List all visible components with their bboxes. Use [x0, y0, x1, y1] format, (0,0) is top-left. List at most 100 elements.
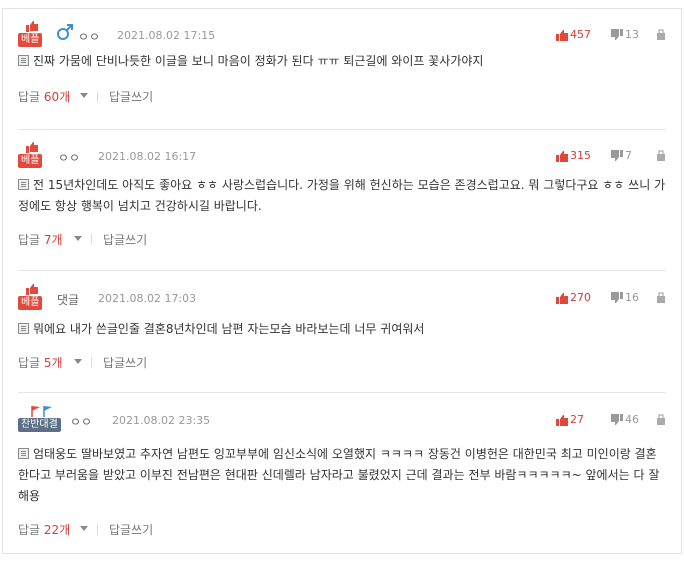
versus-badge: 찬반대결: [18, 405, 61, 433]
reply-label: 답글: [18, 523, 41, 537]
report-icon: [657, 29, 665, 40]
downvote-count: 7: [625, 149, 632, 162]
comment-item: 베플 ㅇㅇ 2021.08.02 17:15 457 13 진짜 가뭄에 단비나…: [18, 20, 666, 104]
comment-date: 2021.08.02 23:35: [112, 414, 211, 427]
author-nickname[interactable]: ㅇㅇ: [58, 149, 80, 166]
reply-count: 5개: [43, 356, 63, 370]
document-icon: [18, 448, 29, 459]
upvote-icon: [556, 151, 568, 162]
write-reply-link[interactable]: 답글쓰기: [103, 231, 147, 248]
comment-footer: 답글 7개 답글쓰기: [18, 231, 666, 247]
divider: [97, 91, 98, 102]
comment-footer: 답글 22개 답글쓰기: [18, 521, 666, 537]
divider: [18, 129, 666, 130]
comment-body: 뭐에요 내가 쓴글인줄 결혼8년차인데 남편 자는모습 바라보는데 너무 귀여워…: [18, 319, 666, 340]
comment-panel: 베플 ㅇㅇ 2021.08.02 17:15 457 13 진짜 가뭄에 단비나…: [0, 0, 684, 577]
comment-text: 전 15년차인데도 아직도 좋아요 ㅎㅎ 사랑스럽습니다. 가정을 위해 헌신하…: [18, 178, 666, 213]
reply-count: 22개: [43, 523, 71, 537]
comment-body: 전 15년차인데도 아직도 좋아요 ㅎㅎ 사랑스럽습니다. 가정을 위해 헌신하…: [18, 175, 666, 217]
thumbs-up-icon: [26, 284, 38, 295]
downvote-count: 16: [625, 291, 639, 304]
male-symbol-icon: [57, 24, 73, 40]
vote-area: 457 13: [546, 28, 666, 42]
downvote-count: 13: [625, 28, 639, 41]
author-nickname[interactable]: ㅇㅇ: [78, 28, 100, 45]
downvote-icon: [611, 150, 623, 161]
best-badge: 베플: [18, 283, 46, 311]
report-icon: [657, 150, 665, 161]
badge-label: 베플: [18, 296, 43, 310]
downvote-count: 46: [625, 413, 639, 426]
upvote-count: 27: [570, 413, 584, 426]
vote-area: 270 16: [546, 291, 666, 305]
panel-border-left: [2, 8, 3, 553]
panel-border-bottom: [2, 553, 682, 554]
best-badge: 베플: [18, 141, 46, 169]
thumbs-up-icon: [26, 21, 38, 32]
report-icon: [657, 292, 665, 303]
comment-date: 2021.08.02 17:15: [117, 29, 216, 42]
report-icon: [657, 414, 665, 425]
comment-body: 엄태웅도 딸바보였고 추자연 남편도 잉꼬부부에 임신소식에 오열했지 ㅋㅋㅋㅋ…: [18, 444, 666, 507]
chevron-down-icon[interactable]: [74, 236, 82, 242]
downvote-icon: [611, 414, 623, 425]
author-nickname[interactable]: ㅇㅇ: [70, 413, 92, 430]
comment-header: 찬반대결 ㅇㅇ 2021.08.02 23:35 27 46: [18, 405, 666, 433]
upvote-count: 457: [570, 28, 591, 41]
upvote-icon: [556, 293, 568, 304]
comment-text: 진짜 가뭄에 단비나듯한 이글을 보니 마음이 정화가 된다 ㅠㅠ 퇴근길에 와…: [33, 54, 484, 68]
comment-text: 엄태웅도 딸바보였고 추자연 남편도 잉꼬부부에 임신소식에 오열했지 ㅋㅋㅋㅋ…: [18, 447, 660, 503]
comment-item: 베플 댓글 2021.08.02 17:03 270 16 뭐에요 내가 쓴글인…: [18, 283, 666, 370]
thumbs-up-icon: [26, 142, 38, 153]
comment-header: 베플 ㅇㅇ 2021.08.02 16:17 315 7: [18, 141, 666, 169]
document-icon: [18, 323, 29, 334]
reply-count: 60개: [43, 90, 71, 104]
downvote-icon: [611, 292, 623, 303]
flags-icon: [31, 406, 52, 417]
upvote-count: 315: [570, 149, 591, 162]
chevron-down-icon[interactable]: [74, 359, 82, 365]
badge-label: 찬반대결: [18, 418, 61, 432]
write-reply-link[interactable]: 답글쓰기: [109, 88, 153, 105]
comment-date: 2021.08.02 17:03: [98, 292, 197, 305]
comment-item: 베플 ㅇㅇ 2021.08.02 16:17 315 7 전 15년차인데도 아…: [18, 141, 666, 247]
reply-label: 답글: [18, 356, 41, 370]
reply-toggle[interactable]: 답글 7개: [18, 231, 63, 248]
comment-body: 진짜 가뭄에 단비나듯한 이글을 보니 마음이 정화가 된다 ㅠㅠ 퇴근길에 와…: [18, 51, 666, 72]
reply-toggle[interactable]: 답글 60개: [18, 88, 70, 105]
reply-toggle[interactable]: 답글 22개: [18, 521, 70, 538]
chevron-down-icon[interactable]: [80, 526, 88, 532]
comment-footer: 답글 5개 답글쓰기: [18, 354, 666, 370]
author-nickname[interactable]: 댓글: [57, 291, 79, 308]
divider: [91, 234, 92, 245]
comment-item: 찬반대결 ㅇㅇ 2021.08.02 23:35 27 46 엄태웅도 딸바보였…: [18, 405, 666, 537]
document-icon: [18, 55, 29, 66]
reply-label: 답글: [18, 233, 41, 247]
comment-text: 뭐에요 내가 쓴글인줄 결혼8년차인데 남편 자는모습 바라보는데 너무 귀여워…: [33, 322, 425, 336]
reply-toggle[interactable]: 답글 5개: [18, 354, 63, 371]
panel-border-top: [2, 8, 682, 9]
upvote-count: 270: [570, 291, 591, 304]
best-badge: 베플: [18, 20, 46, 48]
upvote-icon: [556, 30, 568, 41]
divider: [91, 357, 92, 368]
upvote-icon: [556, 415, 568, 426]
divider: [97, 524, 98, 535]
divider: [18, 392, 666, 393]
vote-area: 315 7: [552, 149, 666, 163]
chevron-down-icon[interactable]: [80, 93, 88, 99]
downvote-icon: [611, 29, 623, 40]
vote-area: 27 46: [556, 413, 666, 427]
divider: [18, 270, 666, 271]
reply-label: 답글: [18, 90, 41, 104]
badge-label: 베플: [18, 154, 43, 168]
comment-header: 베플 댓글 2021.08.02 17:03 270 16: [18, 283, 666, 311]
badge-label: 베플: [18, 33, 43, 47]
panel-border-right: [681, 8, 682, 553]
write-reply-link[interactable]: 답글쓰기: [109, 521, 153, 538]
document-icon: [18, 179, 29, 190]
comment-header: 베플 ㅇㅇ 2021.08.02 17:15 457 13: [18, 20, 666, 48]
comment-date: 2021.08.02 16:17: [98, 150, 197, 163]
comment-footer: 답글 60개 답글쓰기: [18, 88, 666, 104]
write-reply-link[interactable]: 답글쓰기: [103, 354, 147, 371]
